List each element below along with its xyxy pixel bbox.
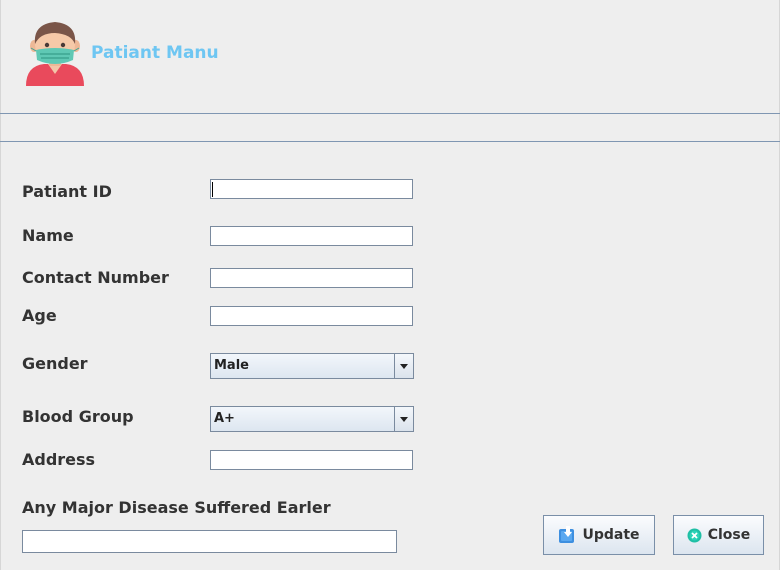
close-button-label: Close — [707, 527, 751, 543]
header-divider-bottom — [0, 141, 780, 142]
patient-id-label: Patiant ID — [22, 182, 112, 201]
save-download-icon — [558, 526, 576, 544]
blood-group-label: Blood Group — [22, 407, 134, 426]
disease-label: Any Major Disease Suffered Earler — [22, 498, 331, 517]
chevron-down-icon[interactable] — [394, 354, 413, 378]
address-label: Address — [22, 450, 96, 469]
age-label: Age — [22, 306, 57, 325]
blood-group-select[interactable]: A+ — [210, 406, 414, 432]
page-title: Patiant Manu — [91, 43, 219, 63]
header-divider-top — [0, 113, 780, 114]
patient-avatar-icon — [22, 18, 88, 88]
gender-select[interactable]: Male — [210, 353, 414, 379]
blood-group-selected-value: A+ — [214, 411, 235, 426]
address-input[interactable] — [210, 450, 413, 470]
name-label: Name — [22, 226, 74, 245]
update-button-label: Update — [582, 527, 640, 543]
patient-id-input[interactable] — [210, 179, 413, 199]
age-input[interactable] — [210, 306, 413, 326]
contact-number-label: Contact Number — [22, 268, 169, 287]
text-caret — [212, 182, 213, 197]
update-button[interactable]: Update — [543, 515, 655, 555]
chevron-down-icon[interactable] — [394, 407, 413, 431]
close-circle-icon — [687, 528, 702, 543]
gender-label: Gender — [22, 354, 88, 373]
name-input[interactable] — [210, 226, 413, 246]
gender-selected-value: Male — [214, 358, 249, 373]
close-button[interactable]: Close — [673, 515, 764, 555]
disease-input[interactable] — [22, 530, 397, 553]
contact-number-input[interactable] — [210, 268, 413, 288]
